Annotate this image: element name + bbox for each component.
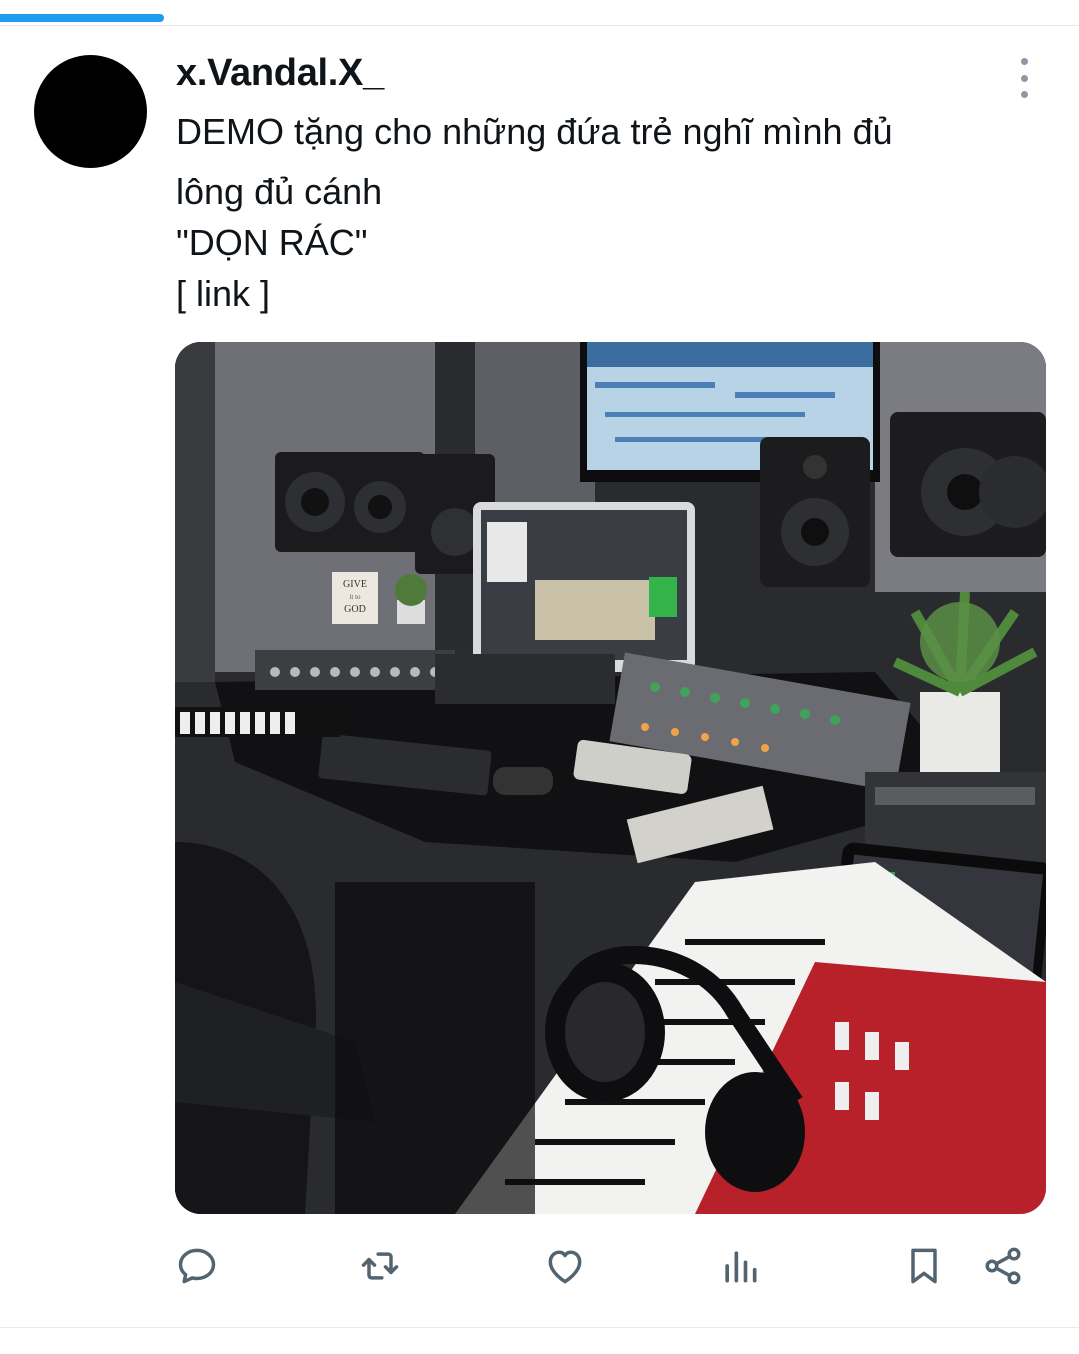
tweet-link-text[interactable]: [ link ] (176, 268, 1036, 319)
repost-icon[interactable] (354, 1240, 406, 1292)
share-icon[interactable] (977, 1240, 1029, 1292)
heart-icon[interactable] (539, 1240, 591, 1292)
tweet-text: DEMO tặng cho những đứa trẻ nghĩ mình đủ… (176, 106, 1036, 319)
tweet-text-line: lông đủ cánh (176, 171, 383, 212)
studio-photo: GIVE it to GOD (175, 342, 1046, 1214)
divider (0, 25, 1079, 26)
poster-text: GIVE (343, 579, 367, 590)
poster-text: GOD (344, 604, 366, 615)
poster-text: it to (349, 593, 361, 601)
tweet-image-studio[interactable]: GIVE it to GOD (175, 342, 1046, 1214)
avatar[interactable] (34, 55, 147, 168)
loading-progress-bar (0, 14, 164, 22)
tweet-action-bar (0, 1240, 1079, 1292)
tweet-text-line: "DỌN RÁC" (176, 222, 368, 263)
tweet-text-line: DEMO tặng cho những đứa trẻ nghĩ mình đủ (176, 111, 893, 152)
more-options-icon[interactable] (1012, 58, 1036, 98)
divider (0, 1327, 1079, 1328)
author-username[interactable]: x.Vandal.X_ (176, 52, 384, 95)
views-icon[interactable] (714, 1240, 766, 1292)
bookmark-icon[interactable] (898, 1240, 950, 1292)
reply-icon[interactable] (171, 1240, 223, 1292)
